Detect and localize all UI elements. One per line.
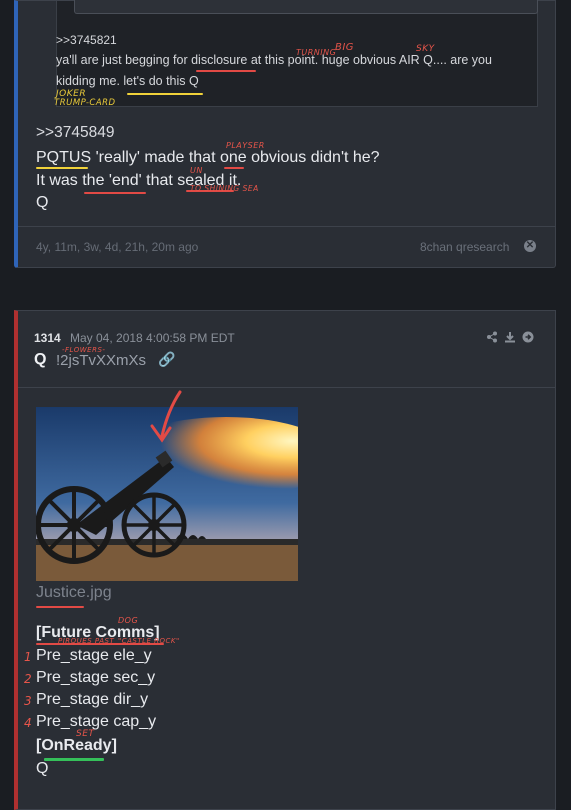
red-underline (224, 167, 244, 169)
post-signature: Q (36, 760, 49, 777)
post-text-line: Pre_stage cap_y (36, 713, 157, 730)
post-divider (18, 226, 555, 227)
post-number[interactable]: 1314 (34, 331, 61, 345)
image-filename-link[interactable]: Justice.jpg (36, 584, 112, 602)
quoted-post-header (74, 0, 538, 14)
handwritten-annotation: -FLOWERS- (62, 346, 106, 354)
post-age: 4y, 11m, 3w, 4d, 21h, 20m ago (36, 240, 199, 254)
handwritten-annotation: PIRQUES PAST (58, 637, 115, 645)
handwritten-number: 3 (24, 694, 33, 708)
arrow-right-icon[interactable] (522, 331, 534, 346)
post-text-line: Pre_stage dir_y (36, 691, 149, 708)
red-underline (36, 606, 84, 608)
post-text-line: Pre_stage sec_y (36, 669, 156, 686)
handwritten-annotation: BIG (335, 42, 355, 53)
handwritten-annotation: UN (190, 166, 203, 175)
handwritten-annotation: "CASTLE ROCK" (118, 637, 180, 645)
post-actions (486, 331, 534, 346)
share-icon[interactable] (486, 331, 498, 346)
handwritten-annotation: DOG (118, 616, 139, 625)
reply-reference-link[interactable]: >>3745849 (36, 124, 114, 142)
post-text-line: PQTUS 'really' made that one obvious did… (36, 149, 380, 166)
post-date: May 04, 2018 4:00:58 PM EDT (70, 331, 235, 345)
close-circle-icon[interactable]: ✕ (524, 240, 536, 252)
yellow-underline (36, 167, 88, 169)
quoted-text-line: ya'll are just begging for disclosure at… (56, 53, 492, 67)
handwritten-annotation: TO SHINING SEA (190, 184, 259, 193)
handwritten-number: 2 (24, 672, 33, 686)
yellow-underline (127, 93, 203, 95)
post-source[interactable]: 8chan qresearch (420, 240, 509, 254)
post-signature: Q (36, 194, 49, 211)
handwritten-annotation: SET (76, 729, 95, 739)
red-underline (196, 70, 256, 72)
post-header-divider (18, 387, 555, 388)
post-text-line: [OnReady] (36, 737, 117, 754)
link-icon[interactable]: 🔗 (158, 351, 175, 368)
handwritten-annotation: TURNING (296, 48, 337, 57)
red-underline (84, 192, 146, 194)
tripcode: !2jsTvXXmXs (56, 352, 147, 369)
annotation-arrow-icon (150, 390, 182, 443)
quoted-text-line: kidding me. let's do this Q (56, 74, 199, 88)
green-underline (44, 758, 104, 761)
quote-reference-link[interactable]: >>3745821 (56, 33, 117, 47)
handwritten-annotation: PLAYSER (226, 141, 265, 150)
q-post: 1314 May 04, 2018 4:00:58 PM EDT Q !2jsT… (14, 310, 556, 810)
post-text-line: Pre_stage ele_y (36, 647, 152, 664)
handwritten-annotation: TRUMP-CARD (54, 98, 116, 108)
handwritten-annotation: SKY (416, 44, 435, 54)
download-icon[interactable] (504, 331, 516, 346)
poster-name: Q (34, 351, 47, 368)
handwritten-number: 4 (24, 716, 33, 730)
handwritten-number: 1 (24, 650, 33, 664)
